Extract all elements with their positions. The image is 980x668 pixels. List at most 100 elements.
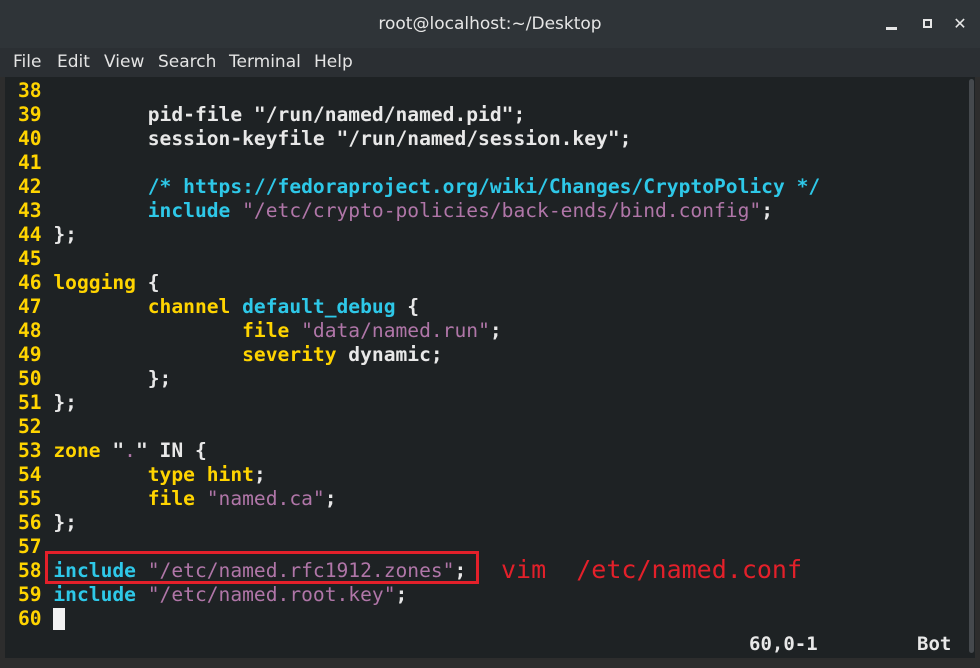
line-number: 58	[18, 559, 42, 582]
line-number: 41	[18, 151, 42, 174]
code-token: .	[124, 439, 136, 462]
code-token: default_debug	[242, 295, 396, 318]
annotation-label: vim /etc/named.conf	[501, 555, 803, 584]
code-line: 55 file "named.ca";	[18, 487, 337, 511]
line-number: 51	[18, 391, 42, 414]
code-line: 42 /* https://fedoraproject.org/wiki/Cha…	[18, 175, 820, 199]
line-number: 46	[18, 271, 42, 294]
line-number: 47	[18, 295, 42, 318]
code-line: 44 };	[18, 223, 77, 247]
status-position: 60,0-1	[749, 633, 818, 655]
code-token: ;	[395, 583, 408, 606]
status-scroll: Bot	[917, 633, 952, 655]
code-line: 51 };	[18, 391, 77, 415]
text-cursor	[53, 608, 65, 630]
line-number: 49	[18, 343, 42, 366]
code-token: };	[53, 223, 77, 246]
menu-file[interactable]: File	[13, 52, 41, 72]
line-number: 50	[18, 367, 42, 390]
menu-terminal[interactable]: Terminal	[229, 52, 301, 72]
code-token: ;	[761, 199, 773, 222]
line-number: 57	[18, 535, 42, 558]
code-line: 50 };	[18, 367, 171, 391]
code-token: };	[53, 511, 77, 534]
line-number: 43	[18, 199, 42, 222]
code-token: ;	[253, 463, 266, 486]
code-line: 52	[18, 415, 53, 439]
code-token: type	[53, 463, 195, 486]
code-token: {	[395, 295, 420, 318]
code-line: 47 channel default_debug {	[18, 295, 419, 319]
line-number: 56	[18, 511, 42, 534]
menu-view[interactable]: View	[104, 52, 144, 72]
code-token: zone	[53, 439, 101, 462]
line-number: 54	[18, 463, 42, 486]
minimize-icon[interactable]	[880, 12, 904, 36]
code-token: {	[135, 271, 160, 294]
scrollbar-thumb[interactable]	[969, 79, 974, 653]
line-number: 38	[18, 79, 42, 102]
code-token: channel	[53, 295, 231, 318]
line-number: 60	[18, 607, 42, 630]
code-line: 39 pid-file "/run/named/named.pid";	[18, 103, 525, 127]
code-line: 56 };	[18, 511, 77, 535]
line-number: 59	[18, 583, 42, 606]
code-line: 53 zone "." IN {	[18, 439, 207, 463]
code-token: hint	[206, 463, 254, 486]
menu-help[interactable]: Help	[314, 52, 353, 72]
line-number: 52	[18, 415, 42, 438]
code-line: 49 severity dynamic;	[18, 343, 443, 367]
line-number: 40	[18, 127, 42, 150]
code-line: 38	[18, 79, 53, 103]
code-line: 54 type hint;	[18, 463, 266, 487]
highlight-box	[45, 551, 479, 584]
line-number: 48	[18, 319, 42, 342]
menu-bar: File Edit View Search Terminal Help	[0, 48, 980, 77]
code-token: };	[53, 367, 172, 390]
code-token: dynamic;	[336, 343, 443, 366]
menu-edit[interactable]: Edit	[57, 52, 90, 72]
title-bar: root@localhost:~/Desktop ✕	[0, 0, 980, 49]
line-number: 44	[18, 223, 42, 246]
code-token: /* https://fedoraproject.org/wiki/Change…	[53, 175, 821, 198]
code-token: file	[53, 487, 195, 510]
code-token: logging	[53, 271, 136, 294]
code-token: include	[53, 199, 231, 222]
code-token: "/etc/crypto-policies/back-ends/bind.con…	[242, 199, 762, 222]
code-line: 41	[18, 151, 53, 175]
code-token: ;	[489, 319, 502, 342]
code-token: include	[53, 583, 136, 606]
code-token: severity	[53, 343, 337, 366]
line-number: 45	[18, 247, 42, 270]
code-token: };	[53, 391, 77, 414]
terminal-area[interactable]: 38 39 pid-file "/run/named/named.pid"; 40…	[5, 77, 975, 658]
code-line: 59 include "/etc/named.root.key";	[18, 583, 407, 607]
line-number: 53	[18, 439, 42, 462]
scrollbar[interactable]	[967, 77, 975, 658]
line-number: 42	[18, 175, 42, 198]
line-number: 55	[18, 487, 42, 510]
code-line: 40 session-keyfile "/run/named/session.k…	[18, 127, 631, 151]
code-line: 45	[18, 247, 53, 271]
close-icon[interactable]: ✕	[948, 12, 972, 36]
menu-search[interactable]: Search	[158, 52, 216, 72]
code-token: "/etc/named.root.key"	[147, 583, 396, 606]
window-title: root@localhost:~/Desktop	[378, 14, 602, 34]
terminal-window: root@localhost:~/Desktop ✕ File Edit Vie…	[0, 0, 980, 668]
line-number: 39	[18, 103, 42, 126]
code-token: "data/named.run"	[301, 319, 490, 342]
code-line: 60	[18, 607, 53, 631]
code-token: "	[100, 439, 125, 462]
code-token: " IN {	[135, 439, 207, 462]
code-token: session-keyfile "/run/named/session.key"…	[53, 127, 632, 150]
code-token: "named.ca"	[206, 487, 325, 510]
maximize-icon[interactable]	[916, 12, 940, 36]
code-line: 46 logging {	[18, 271, 160, 295]
code-line: 43 include "/etc/crypto-policies/back-en…	[18, 199, 773, 223]
code-token: ;	[324, 487, 337, 510]
